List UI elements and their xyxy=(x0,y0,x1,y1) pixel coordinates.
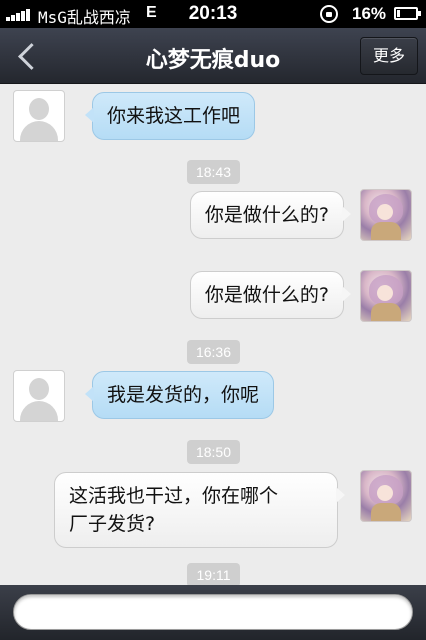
message-input-bar xyxy=(0,585,426,640)
outgoing-message-bubble[interactable]: 你是做什么的? xyxy=(189,191,352,239)
message-timestamp: 18:43 xyxy=(187,160,240,184)
incoming-message-bubble[interactable]: 你来我这工作吧 xyxy=(84,92,256,140)
rotation-lock-icon xyxy=(320,5,338,23)
message-timestamp: 16:36 xyxy=(187,340,240,364)
chat-message-list[interactable]: 你来我这工作吧 18:43 你是做什么的? 你是做什么的? 16:36 我是发货… xyxy=(0,85,426,585)
my-avatar[interactable] xyxy=(360,270,412,322)
my-avatar[interactable] xyxy=(360,189,412,241)
contact-avatar[interactable] xyxy=(13,90,65,142)
message-timestamp: 18:50 xyxy=(187,440,240,464)
nav-bar: 心梦无痕duo 更多 xyxy=(0,28,426,84)
battery-percent: 16% xyxy=(352,4,387,23)
outgoing-message-bubble[interactable]: 这活我也干过，你在哪个 厂子发货? xyxy=(54,472,345,548)
message-text-line: 这活我也干过，你在哪个 xyxy=(69,485,279,507)
status-bar: MsG乱战西凉 E 20:13 16% xyxy=(0,0,426,28)
outgoing-message-bubble[interactable]: 你是做什么的? xyxy=(189,271,352,319)
message-input[interactable] xyxy=(13,594,413,630)
message-text-line: 厂子发货? xyxy=(69,513,156,535)
more-button[interactable]: 更多 xyxy=(360,37,418,75)
message-timestamp: 19:11 xyxy=(187,563,240,585)
contact-avatar[interactable] xyxy=(13,370,65,422)
battery-icon xyxy=(394,7,421,20)
incoming-message-bubble[interactable]: 我是发货的，你呢 xyxy=(84,371,275,419)
my-avatar[interactable] xyxy=(360,470,412,522)
